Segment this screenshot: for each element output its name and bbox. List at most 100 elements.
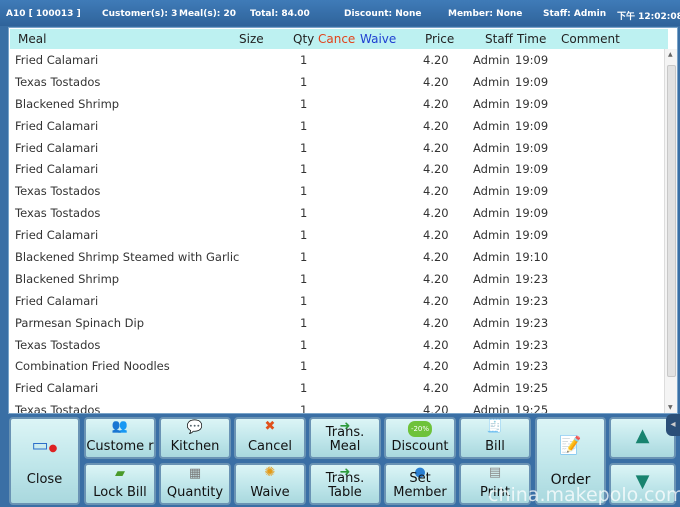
order-row[interactable]: Blackened Shrimp Steamed with Garlic 1 4.2… [9, 246, 665, 268]
set-member-button[interactable]: ● Set Member [384, 463, 456, 505]
cell-meal: Texas Tostados [15, 337, 101, 352]
col-meal[interactable]: Meal [18, 32, 46, 46]
cell-meal: Texas Tostados [15, 74, 101, 89]
cell-price: 4.20 [423, 118, 449, 133]
cell-qty: 1 [300, 250, 308, 265]
cell-price: 4.20 [423, 53, 449, 67]
cell-qty: 1 [300, 206, 308, 221]
cell-meal: Texas Tostados [15, 184, 101, 199]
cell-price: 4.20 [423, 250, 449, 265]
col-qty[interactable]: Qty [293, 32, 314, 46]
order-row[interactable]: Fried Calamari 1 4.20 Admin 19:25 [9, 377, 665, 399]
cell-time: 19:09 [515, 140, 549, 155]
cell-staff: Admin [473, 293, 510, 308]
cell-qty: 1 [300, 140, 308, 155]
cell-meal: Combination Fried Noodles [15, 359, 170, 374]
scroll-up-arrow-icon[interactable]: ▲ [668, 51, 673, 58]
cell-qty: 1 [300, 293, 308, 308]
red-x-icon: ✖ [264, 419, 276, 434]
order-row[interactable]: Fried Calamari 1 4.20 Admin 19:09 [9, 49, 665, 71]
cell-qty: 1 [300, 359, 308, 374]
clock: 下午 12:02:08 [617, 12, 680, 22]
order-row[interactable]: Texas Tostados 1 4.20 Admin 19:09 [9, 180, 665, 202]
cell-time: 19:25 [515, 381, 549, 396]
trans-meal-button[interactable]: ➜ Trans. Meal [309, 417, 381, 459]
kitchen-button[interactable]: 💬 Kitchen [159, 417, 231, 459]
order-row[interactable]: Texas Tostados 1 4.20 Admin 19:23 [9, 334, 665, 356]
discount-badge-icon: -20% [407, 421, 433, 437]
order-row[interactable]: Texas Tostados 1 4.20 Admin 19:25 [9, 399, 665, 413]
vertical-scrollbar[interactable]: ▲ ▼ [664, 49, 677, 413]
col-cancel[interactable]: Cance [318, 32, 355, 46]
customer-button[interactable]: 👥 Custome r [84, 417, 156, 459]
col-staff[interactable]: Staff [485, 32, 513, 46]
cell-meal: Texas Tostados [15, 403, 101, 413]
cell-qty: 1 [300, 162, 308, 177]
waive-button[interactable]: ✺ Waive [234, 463, 306, 505]
printer-icon: ▤ [488, 465, 502, 480]
cell-qty: 1 [300, 118, 308, 133]
cell-time: 19:23 [515, 293, 549, 308]
bill-button[interactable]: 🧾 Bill [459, 417, 531, 459]
order-row[interactable]: Fried Calamari 1 4.20 Admin 19:09 [9, 137, 665, 159]
cell-price: 4.20 [423, 162, 449, 177]
cell-meal: Blackened Shrimp [15, 271, 120, 286]
cell-meal: Blackened Shrimp [15, 96, 120, 111]
scroll-down-arrow-icon[interactable]: ▼ [668, 404, 673, 411]
order-row[interactable]: Blackened Shrimp 1 4.20 Admin 19:09 [9, 93, 665, 115]
cell-time: 19:09 [515, 228, 549, 243]
cell-staff: Admin [473, 359, 510, 374]
order-row[interactable]: Fried Calamari 1 4.20 Admin 19:23 [9, 290, 665, 312]
bill-total: Total: 84.00 [250, 9, 310, 19]
cell-time: 19:09 [515, 96, 549, 111]
customer-count: Customer(s): 3 [102, 9, 178, 19]
cell-time: 19:23 [515, 359, 549, 374]
green-lock-icon: ▰ [115, 466, 125, 481]
scrollbar-thumb[interactable] [667, 65, 676, 377]
cell-staff: Admin [473, 162, 510, 177]
cell-qty: 1 [300, 228, 308, 243]
col-time[interactable]: Time [517, 32, 546, 46]
cell-price: 4.20 [423, 381, 449, 396]
discount-button[interactable]: -20% Discount [384, 417, 456, 459]
col-comment[interactable]: Comment [561, 32, 620, 46]
cell-staff: Admin [473, 337, 510, 352]
order-row[interactable]: Fried Calamari 1 4.20 Admin 19:09 [9, 115, 665, 137]
cell-staff: Admin [473, 53, 510, 67]
order-row[interactable]: Texas Tostados 1 4.20 Admin 19:09 [9, 71, 665, 93]
side-handle[interactable]: ◂ [666, 414, 680, 436]
cancel-button[interactable]: ✖ Cancel [234, 417, 306, 459]
col-waive[interactable]: Waive [360, 32, 396, 46]
order-row[interactable]: Combination Fried Noodles 1 4.20 Admin 19:23 [9, 355, 665, 377]
cell-price: 4.20 [423, 337, 449, 352]
discount-status: Discount: None [344, 9, 422, 19]
cell-staff: Admin [473, 184, 510, 199]
order-row[interactable]: Fried Calamari 1 4.20 Admin 19:09 [9, 158, 665, 180]
sun-icon: ✺ [264, 465, 276, 480]
col-size[interactable]: Size [239, 32, 264, 46]
cell-qty: 1 [300, 381, 308, 396]
cell-price: 4.20 [423, 96, 449, 111]
window-close-icon: ▭● [31, 435, 58, 456]
cell-price: 4.20 [423, 206, 449, 221]
cell-price: 4.20 [423, 140, 449, 155]
up-arrow-icon: ▲ [635, 425, 650, 446]
trans-table-button[interactable]: ➜ Trans. Table [309, 463, 381, 505]
cell-staff: Admin [473, 118, 510, 133]
cell-meal: Texas Tostados [15, 206, 101, 221]
cell-staff: Admin [473, 206, 510, 221]
cell-time: 19:09 [515, 162, 549, 177]
order-row[interactable]: Blackened Shrimp 1 4.20 Admin 19:23 [9, 268, 665, 290]
quantity-button[interactable]: ▦ Quantity [159, 463, 231, 505]
close-button[interactable]: ▭● Close [9, 417, 80, 505]
order-row[interactable]: Texas Tostados 1 4.20 Admin 19:09 [9, 202, 665, 224]
order-row[interactable]: Parmesan Spinach Dip 1 4.20 Admin 19:23 [9, 312, 665, 334]
cell-time: 19:09 [515, 206, 549, 221]
cell-price: 4.20 [423, 74, 449, 89]
col-price[interactable]: Price [425, 32, 454, 46]
cell-staff: Admin [473, 271, 510, 286]
cell-price: 4.20 [423, 315, 449, 330]
cell-staff: Admin [473, 250, 510, 265]
order-row[interactable]: Fried Calamari 1 4.20 Admin 19:09 [9, 224, 665, 246]
lock-bill-button[interactable]: ▰ Lock Bill [84, 463, 156, 505]
